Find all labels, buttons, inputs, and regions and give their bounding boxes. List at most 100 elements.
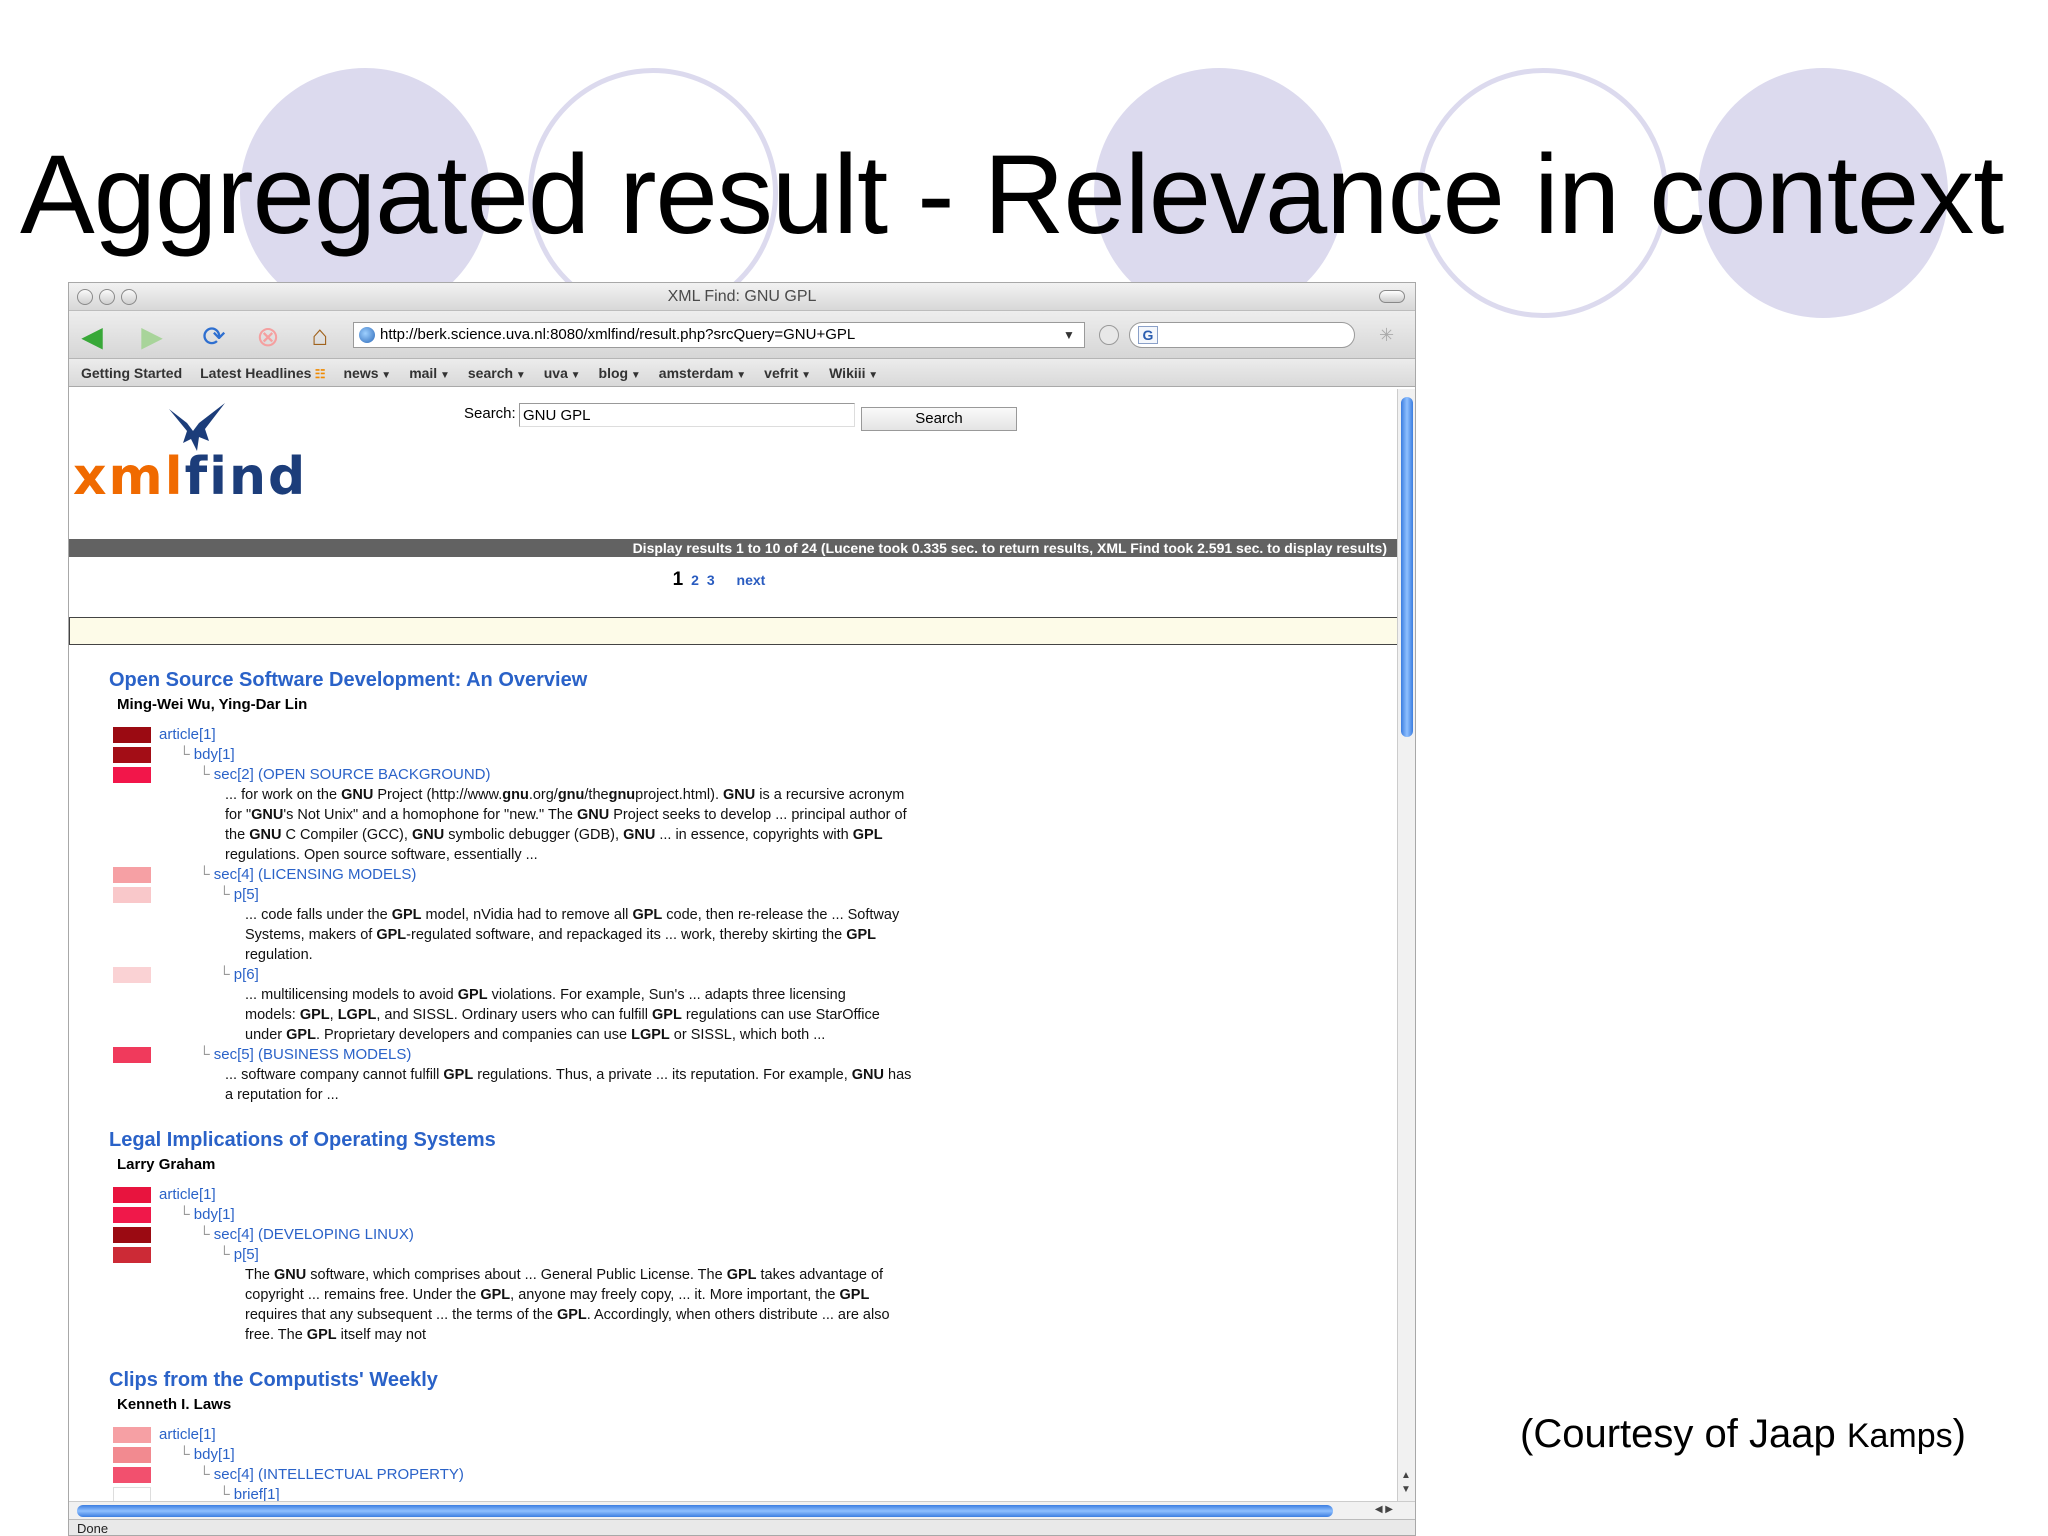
relevance-swatch xyxy=(113,1187,151,1203)
tree-node-link[interactable]: └ sec[4] (DEVELOPING LINUX) xyxy=(199,1225,414,1245)
tree-connector-icon: └ xyxy=(179,1446,194,1463)
search-label: Search: xyxy=(464,405,516,422)
bookmark-item[interactable]: search ▼ xyxy=(468,365,526,381)
snippet-row: ... for work on the GNU Project (http://… xyxy=(153,785,1089,865)
bookmark-item[interactable]: blog ▼ xyxy=(599,365,641,381)
relevance-swatch xyxy=(113,1447,151,1463)
tree-node-row: └ bdy[1] xyxy=(113,745,1089,765)
horizontal-scrollbar[interactable]: ◀ ▶ xyxy=(69,1501,1415,1519)
tree-node-link[interactable]: └ sec[2] (OPEN SOURCE BACKGROUND) xyxy=(199,765,491,785)
url-text: http://berk.science.uva.nl:8080/xmlfind/… xyxy=(380,326,856,343)
tree-node-link[interactable]: └ sec[4] (INTELLECTUAL PROPERTY) xyxy=(199,1465,464,1485)
snippet-line: Systems, makers of GPL-regulated softwar… xyxy=(245,927,877,943)
tree-node-link[interactable]: └ brief[1] xyxy=(219,1485,280,1501)
page-link[interactable]: 2 xyxy=(691,572,699,588)
result-title-link[interactable]: Legal Implications of Operating Systems xyxy=(109,1129,1089,1152)
tree-node-row: └ bdy[1] xyxy=(113,1445,1089,1465)
bookmark-item[interactable]: Latest Headlines ☷ xyxy=(200,365,325,381)
relevance-swatch xyxy=(113,1467,151,1483)
scroll-arrows-icon[interactable]: ◀ ▶ xyxy=(1375,1504,1393,1515)
result-item: Open Source Software Development: An Ove… xyxy=(109,669,1089,1105)
tree-node-row: article[1] xyxy=(113,725,1089,745)
tree-node-link[interactable]: └ sec[4] (LICENSING MODELS) xyxy=(199,865,416,885)
tree-node-link[interactable]: └ p[5] xyxy=(219,1245,259,1265)
tree-node-link[interactable]: └ bdy[1] xyxy=(179,1205,235,1225)
snippet-row: The GNU software, which comprises about … xyxy=(153,1265,1089,1345)
browser-window: XML Find: GNU GPL ◀ ▶ ⟳ ⊗ ⌂ http://berk.… xyxy=(68,282,1416,1536)
tree-node-row: └ sec[2] (OPEN SOURCE BACKGROUND) xyxy=(113,765,1089,785)
bird-logo-icon xyxy=(169,403,225,451)
search-input[interactable] xyxy=(519,403,855,427)
xmlfind-logo[interactable]: xmlfind xyxy=(73,447,307,507)
tree-node-label: sec[4] (INTELLECTUAL PROPERTY) xyxy=(213,1466,464,1483)
snippet-row: ... code falls under the GPL model, nVid… xyxy=(153,905,1089,965)
google-icon: G xyxy=(1138,326,1158,344)
forward-arrow-icon[interactable]: ▶ xyxy=(135,319,169,353)
search-button[interactable]: Search xyxy=(861,407,1017,431)
tree-connector-icon: └ xyxy=(179,1206,194,1223)
url-bar[interactable]: http://berk.science.uva.nl:8080/xmlfind/… xyxy=(353,322,1085,348)
info-box xyxy=(69,617,1399,645)
courtesy-note: (Courtesy of Jaap Kamps) xyxy=(1520,1412,1966,1457)
toolbar-toggle-button[interactable] xyxy=(1379,290,1405,303)
tree-node-link[interactable]: └ sec[5] (BUSINESS MODELS) xyxy=(199,1045,411,1065)
scroll-thumb[interactable] xyxy=(1401,397,1413,737)
relevance-swatch xyxy=(113,1047,151,1063)
status-bar: Done xyxy=(69,1519,1415,1535)
scroll-thumb[interactable] xyxy=(77,1505,1333,1517)
tree-node-label: article[1] xyxy=(159,1186,216,1203)
tree-node-row: └ sec[5] (BUSINESS MODELS) xyxy=(113,1045,1089,1065)
tree-node-link[interactable]: └ bdy[1] xyxy=(179,745,235,765)
go-button[interactable] xyxy=(1099,325,1119,345)
snippet-row: ... software company cannot fulfill GPL … xyxy=(153,1065,1089,1105)
chevron-down-icon: ▼ xyxy=(513,369,526,381)
vertical-scrollbar[interactable]: ▲ ▼ xyxy=(1397,389,1415,1501)
bookmark-item[interactable]: mail ▼ xyxy=(409,365,450,381)
bookmark-item[interactable]: Wikiii ▼ xyxy=(829,365,878,381)
courtesy-close: ) xyxy=(1952,1412,1966,1456)
tree-node-row: └ brief[1] xyxy=(113,1485,1089,1501)
page-link[interactable]: 3 xyxy=(707,572,715,588)
tree-node-link[interactable]: └ p[5] xyxy=(219,885,259,905)
chevron-down-icon: ▼ xyxy=(628,369,641,381)
bookmark-item[interactable]: Getting Started xyxy=(81,365,182,381)
tree-node-label: sec[4] (LICENSING MODELS) xyxy=(213,866,417,883)
logo-text-b: find xyxy=(184,447,308,507)
home-icon[interactable]: ⌂ xyxy=(303,319,337,353)
bookmark-item[interactable]: news ▼ xyxy=(343,365,391,381)
tree-node-link[interactable]: └ p[6] xyxy=(219,965,259,985)
tree-node-link[interactable]: └ bdy[1] xyxy=(179,1445,235,1465)
chevron-down-icon: ▼ xyxy=(378,369,392,381)
bookmark-item[interactable]: vefrit ▼ xyxy=(764,365,811,381)
bookmark-item[interactable]: amsterdam ▼ xyxy=(659,365,746,381)
bookmark-label: Wikiii xyxy=(829,364,866,381)
snippet-line: regulation. xyxy=(245,947,313,963)
google-search-box[interactable]: G xyxy=(1129,322,1355,348)
bookmark-item[interactable]: uva ▼ xyxy=(544,365,581,381)
tree-connector-icon: └ xyxy=(199,766,214,783)
tree-node-row: └ p[6] xyxy=(113,965,1089,985)
slide-title: Aggregated result - Relevance in context xyxy=(20,132,2004,257)
bookmark-label: Latest Headlines xyxy=(200,364,312,381)
tree-node-link[interactable]: article[1] xyxy=(159,1425,216,1445)
relevance-swatch xyxy=(113,867,151,883)
chevron-down-icon[interactable]: ▼ xyxy=(1063,328,1075,342)
chevron-down-icon: ▼ xyxy=(437,369,450,381)
result-authors: Larry Graham xyxy=(117,1156,216,1173)
tree-node-link[interactable]: article[1] xyxy=(159,1185,216,1205)
tree-node-link[interactable]: article[1] xyxy=(159,725,216,745)
result-title-link[interactable]: Open Source Software Development: An Ove… xyxy=(109,669,1089,692)
snippet-line: regulations. Open source software, essen… xyxy=(225,847,538,863)
reload-icon[interactable]: ⟳ xyxy=(197,319,231,353)
globe-icon xyxy=(359,327,375,343)
bookmark-label: news xyxy=(343,364,379,381)
stop-icon[interactable]: ⊗ xyxy=(251,319,285,353)
snippet-line: ... code falls under the GPL model, nVid… xyxy=(245,907,900,923)
relevance-swatch xyxy=(113,747,151,763)
result-title-link[interactable]: Clips from the Computists' Weekly xyxy=(109,1369,1089,1392)
next-page-link[interactable]: next xyxy=(737,572,766,588)
back-arrow-icon[interactable]: ◀ xyxy=(75,319,109,353)
scroll-arrows-icon[interactable]: ▲ ▼ xyxy=(1401,1469,1411,1497)
result-item: Clips from the Computists' Weekly Kenneth… xyxy=(109,1369,1089,1501)
tree-node-row: article[1] xyxy=(113,1425,1089,1445)
